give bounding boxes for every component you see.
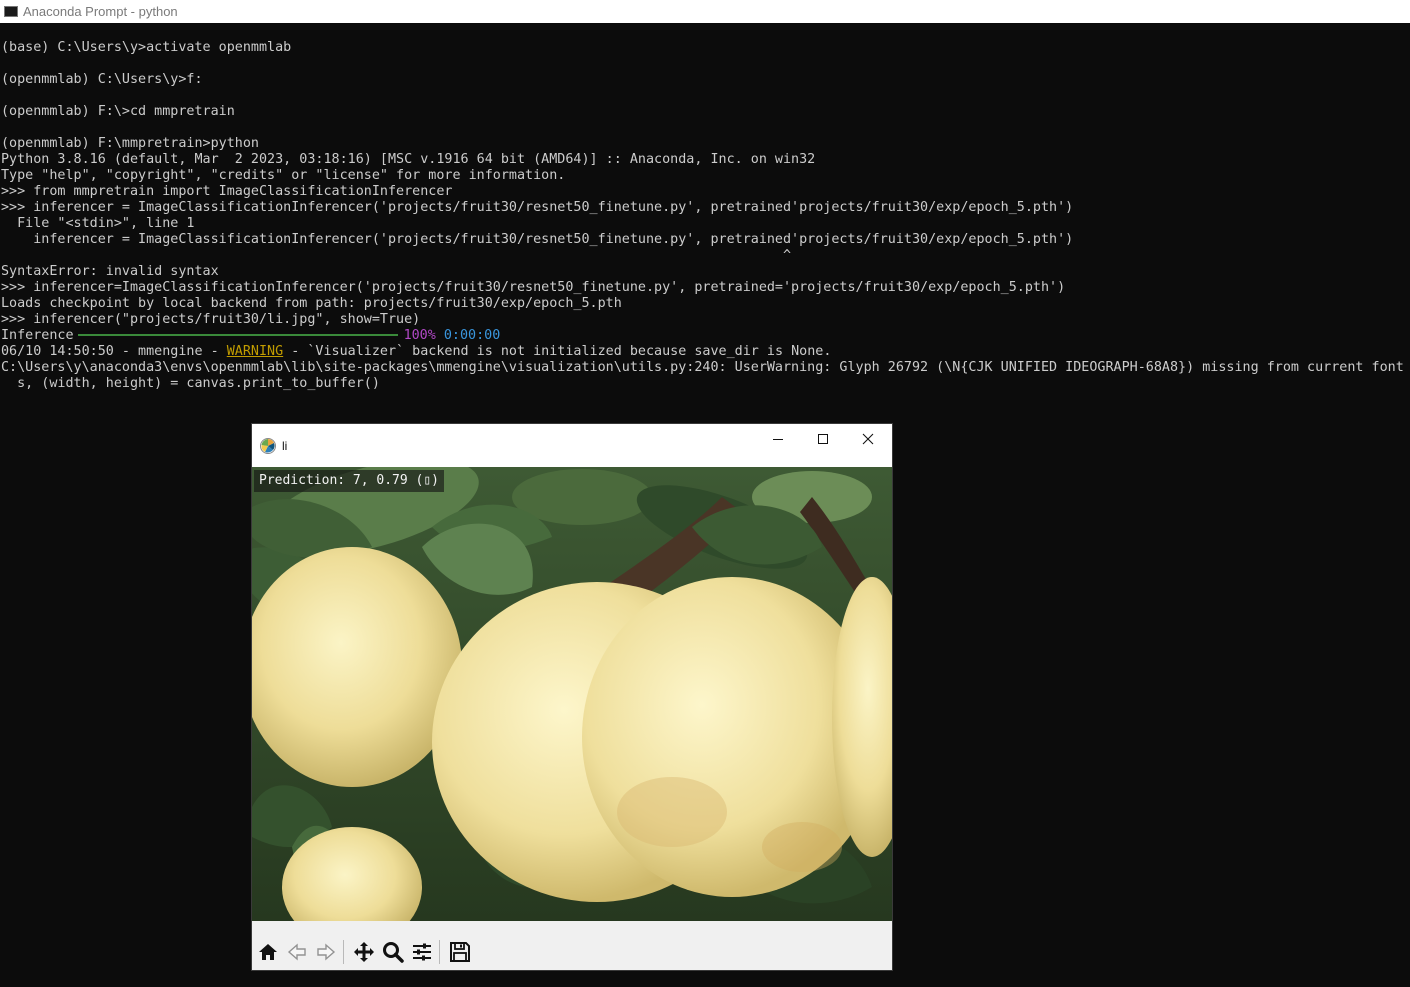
console-title-bar[interactable]: Anaconda Prompt - python	[0, 0, 1410, 23]
warning-level: WARNING	[226, 344, 284, 359]
pear-photo	[252, 467, 892, 921]
figure-title-bar[interactable]: li	[252, 424, 892, 467]
zoom-button[interactable]	[380, 939, 406, 965]
console-output[interactable]: (base) C:\Users\y>activate openmmlab (op…	[1, 40, 1406, 392]
console-line: Loads checkpoint by local backend from p…	[1, 296, 622, 311]
progress-percent: 100%	[403, 328, 436, 343]
progress-bar	[77, 334, 398, 336]
console-app-icon	[4, 6, 18, 17]
console-line: inferencer = ImageClassificationInferenc…	[1, 232, 1074, 247]
toolbar-separator	[343, 939, 344, 964]
progress-time: 0:00:00	[443, 328, 501, 343]
toolbar-separator	[439, 939, 440, 964]
pan-icon	[354, 941, 374, 962]
matplotlib-logo-icon	[260, 437, 276, 454]
figure-window-title: li	[282, 438, 288, 453]
console-line: File "<stdin>", line 1	[1, 216, 195, 231]
back-button[interactable]	[284, 939, 310, 965]
close-icon	[862, 433, 874, 445]
console-line: (base) C:\Users\y>activate openmmlab	[1, 40, 292, 55]
console-line: C:\Users\y\anaconda3\envs\openmmlab\lib\…	[1, 360, 1406, 375]
back-arrow-icon	[287, 942, 306, 961]
console-line: >>> inferencer = ImageClassificationInfe…	[1, 200, 1074, 215]
progress-line: Inference 100% 0:00:00	[1, 328, 1406, 344]
save-icon	[450, 941, 470, 962]
console-line: ^	[1, 248, 792, 263]
console-line: (openmmlab) F:\mmpretrain>python	[1, 136, 259, 151]
configure-subplots-button[interactable]	[409, 939, 435, 965]
console-line: (openmmlab) F:\>cd mmpretrain	[1, 104, 235, 119]
zoom-icon	[383, 941, 404, 963]
minimize-button[interactable]	[755, 424, 801, 454]
save-button[interactable]	[447, 939, 473, 965]
figure-canvas[interactable]: Prediction: 7, 0.79 (▯)	[252, 467, 892, 921]
console-line: >>> inferencer("projects/fruit30/li.jpg"…	[1, 312, 421, 327]
figure-toolbar	[252, 933, 892, 970]
configure-subplots-icon	[413, 943, 431, 960]
console-line: >>> from mmpretrain import ImageClassifi…	[1, 184, 453, 199]
home-button[interactable]	[255, 939, 281, 965]
home-icon	[259, 943, 277, 960]
maximize-icon	[818, 434, 828, 444]
console-line: Python 3.8.16 (default, Mar 2 2023, 03:1…	[1, 152, 816, 167]
console-line: (openmmlab) C:\Users\y>f:	[1, 72, 203, 87]
warning-prefix: 06/10 14:50:50 - mmengine -	[1, 344, 227, 359]
close-button[interactable]	[845, 424, 891, 454]
warning-suffix: - `Visualizer` backend is not initialize…	[283, 344, 832, 359]
maximize-button[interactable]	[800, 424, 846, 454]
figure-window[interactable]: li Prediction: 7, 0.79 (▯)	[252, 424, 892, 970]
forward-arrow-icon	[317, 942, 336, 961]
console-line: Type "help", "copyright", "credits" or "…	[1, 168, 566, 183]
console-window-title: Anaconda Prompt - python	[23, 4, 178, 19]
progress-label: Inference	[1, 328, 74, 343]
forward-button[interactable]	[313, 939, 339, 965]
console-line: SyntaxError: invalid syntax	[1, 264, 219, 279]
warning-line: 06/10 14:50:50 - mmengine - WARNING - `V…	[1, 344, 1406, 360]
minimize-icon	[773, 439, 783, 440]
pan-button[interactable]	[351, 939, 377, 965]
console-line: s, (width, height) = canvas.print_to_buf…	[1, 376, 380, 391]
prediction-label: Prediction: 7, 0.79 (▯)	[254, 470, 445, 492]
console-line: >>> inferencer=ImageClassificationInfere…	[1, 280, 1066, 295]
